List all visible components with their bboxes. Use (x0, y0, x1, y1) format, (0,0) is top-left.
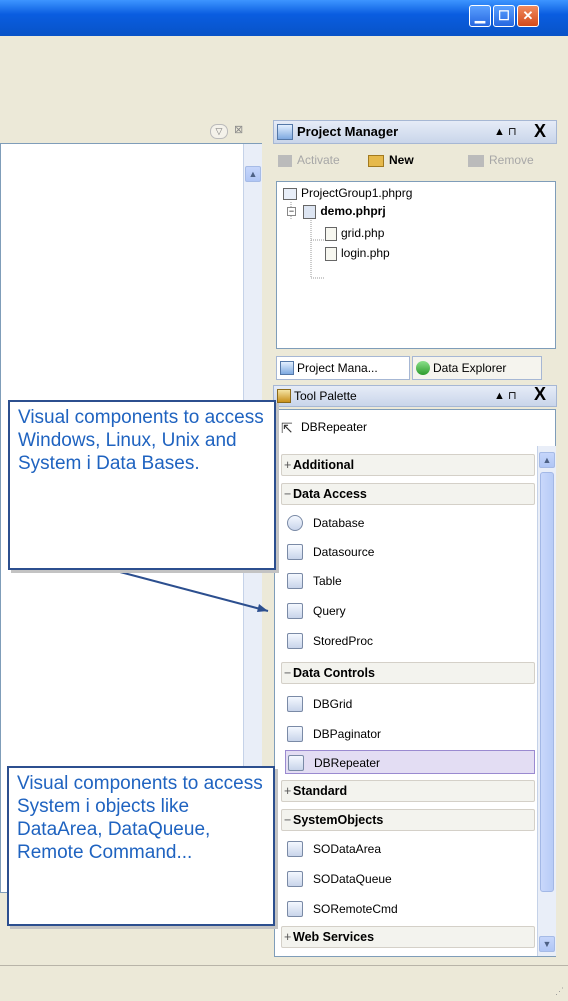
callout-text: Visual components to access Windows, Lin… (18, 407, 264, 474)
status-bar: ⋰ (0, 965, 568, 1001)
callout-system-objects: Visual components to access System i obj… (7, 766, 275, 926)
resize-grip-icon[interactable]: ⋰ (555, 986, 564, 997)
callout-text: Visual components to access System i obj… (17, 773, 263, 863)
callout-databases: Visual components to access Windows, Lin… (8, 400, 276, 570)
